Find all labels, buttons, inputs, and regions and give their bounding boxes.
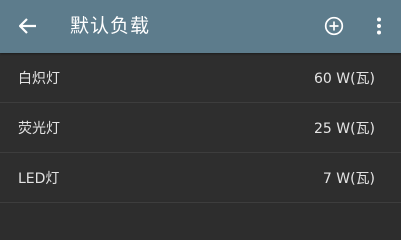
list-item[interactable]: LED灯 7 W(瓦) xyxy=(0,153,401,203)
load-wattage: 7 W(瓦) xyxy=(322,170,375,187)
list-item[interactable]: 白炽灯 60 W(瓦) xyxy=(0,53,401,103)
more-vertical-icon xyxy=(377,17,381,35)
list-item[interactable]: 荧光灯 25 W(瓦) xyxy=(0,103,401,153)
page-title: 默认负载 xyxy=(70,15,151,37)
back-button[interactable] xyxy=(17,15,39,37)
app-window: 默认负载 白炽灯 60 W(瓦) 荧光灯 25 W(瓦) LED灯 7 W(瓦) xyxy=(0,0,401,203)
load-name: 白炽灯 xyxy=(18,70,60,87)
load-list: 白炽灯 60 W(瓦) 荧光灯 25 W(瓦) LED灯 7 W(瓦) xyxy=(0,53,401,203)
load-name: 荧光灯 xyxy=(18,120,60,137)
app-bar: 默认负载 xyxy=(0,0,401,53)
load-wattage: 60 W(瓦) xyxy=(313,70,375,87)
add-load-button[interactable] xyxy=(323,15,345,37)
arrow-left-icon xyxy=(19,18,36,34)
load-name: LED灯 xyxy=(18,170,60,187)
plus-circle-icon xyxy=(324,16,344,36)
more-options-button[interactable] xyxy=(369,14,389,38)
load-wattage: 25 W(瓦) xyxy=(313,120,375,137)
